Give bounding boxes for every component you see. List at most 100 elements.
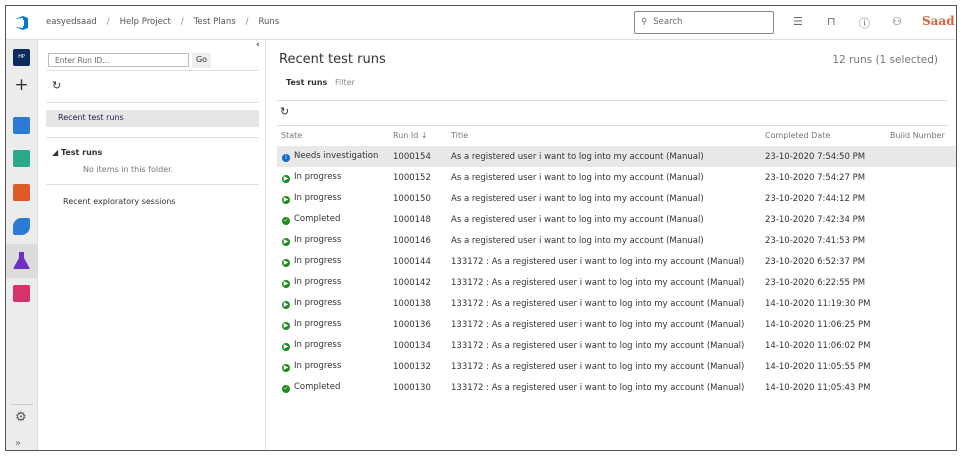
build-number-cell — [890, 377, 956, 398]
completed-date-cell: 14-10-2020 11:06:25 PM — [765, 319, 871, 330]
table-row[interactable]: ▶ In progress 1000132 133172 : As a regis… — [277, 356, 956, 377]
collapse-panel-icon[interactable]: ‹ — [256, 40, 260, 50]
col-build-number[interactable]: Build Number — [890, 124, 956, 146]
run-id-cell: 1000132 — [393, 361, 431, 372]
user-settings-icon[interactable]: ⚇ — [892, 15, 902, 28]
col-run-id[interactable]: Run Id ↓ — [393, 124, 451, 146]
check-circle-icon: ✓ — [282, 217, 290, 225]
overview-icon[interactable] — [13, 117, 30, 134]
avatar[interactable]: Saad — [922, 14, 955, 28]
table-row[interactable]: ✓ Completed 1000130 133172 : As a registe… — [277, 377, 956, 398]
title-cell: 133172 : As a registered user i want to … — [451, 277, 745, 288]
table-row[interactable]: ▶ In progress 1000134 133172 : As a regis… — [277, 335, 956, 356]
expand-chevrons-icon[interactable]: » — [15, 438, 21, 449]
test-runs-tree-node[interactable]: ◢ Test runs — [52, 148, 102, 157]
col-title[interactable]: Title — [451, 124, 765, 146]
table-row[interactable]: ▶ In progress 1000152 As a registered use… — [277, 167, 956, 188]
title-cell: As a registered user i want to log into … — [451, 235, 704, 246]
state-cell: ✓ Completed — [277, 209, 393, 230]
state-cell: ▶ In progress — [277, 314, 393, 335]
azure-devops-logo-icon[interactable] — [14, 15, 30, 31]
state-text: Completed — [294, 214, 341, 224]
title-cell: As a registered user i want to log into … — [451, 193, 704, 204]
run-id-cell: 1000134 — [393, 340, 431, 351]
search-placeholder: Search — [653, 17, 683, 27]
breadcrumb: easyedsaad / Help Project / Test Plans / Ru… — [46, 17, 280, 27]
marketplace-bag-icon[interactable]: ⊓ — [827, 15, 836, 28]
col-state[interactable]: State — [277, 124, 393, 146]
tab-test-runs[interactable]: Test runs — [286, 78, 327, 87]
state-cell: ▶ In progress — [277, 230, 393, 251]
recent-test-runs-item[interactable]: Recent test runs — [46, 110, 259, 127]
recent-exploratory-sessions-item[interactable]: Recent exploratory sessions — [63, 197, 175, 206]
go-button[interactable]: Go — [192, 53, 211, 68]
play-circle-icon: ▶ — [282, 280, 290, 288]
breadcrumb-project[interactable]: Help Project — [120, 17, 171, 27]
run-id-cell: 1000152 — [393, 172, 431, 183]
play-circle-icon: ▶ — [282, 364, 290, 372]
pipelines-icon[interactable] — [13, 218, 30, 235]
divider — [46, 102, 259, 103]
add-icon[interactable]: + — [13, 77, 30, 95]
state-text: Needs investigation — [294, 151, 379, 161]
nav-divider — [11, 404, 33, 405]
gear-icon[interactable]: ⚙ — [15, 410, 27, 425]
info-icon: i — [282, 154, 290, 162]
table-row[interactable]: ▶ In progress 1000146 As a registered use… — [277, 230, 956, 251]
title-cell: As a registered user i want to log into … — [451, 214, 704, 225]
app-window: easyedsaad / Help Project / Test Plans / Ru… — [5, 5, 957, 451]
boards-icon[interactable] — [13, 150, 30, 167]
divider — [46, 184, 259, 185]
play-circle-icon: ▶ — [282, 322, 290, 330]
title-cell: 133172 : As a registered user i want to … — [451, 361, 745, 372]
table-row[interactable]: ▶ In progress 1000144 133172 : As a regis… — [277, 251, 956, 272]
help-icon[interactable]: ⓘ — [859, 15, 870, 31]
run-id-input[interactable]: Enter Run ID... — [48, 53, 189, 67]
title-cell: As a registered user i want to log into … — [451, 146, 765, 167]
state-text: Completed — [294, 382, 341, 392]
completed-date-cell: 23-10-2020 7:41:53 PM — [765, 235, 866, 246]
no-items-text: No items in this folder. — [83, 165, 174, 174]
play-circle-icon: ▶ — [282, 259, 290, 267]
divider — [46, 70, 259, 71]
build-number-cell — [890, 230, 956, 251]
table-row[interactable]: ▶ In progress 1000150 As a registered use… — [277, 188, 956, 209]
run-id-cell: 1000150 — [393, 193, 431, 204]
artifacts-icon[interactable] — [13, 285, 30, 302]
search-input[interactable]: ⚲ Search — [634, 11, 774, 34]
run-id-cell: 1000136 — [393, 319, 431, 330]
run-id-cell: 1000146 — [393, 235, 431, 246]
divider — [46, 137, 259, 138]
top-bar: easyedsaad / Help Project / Test Plans / Ru… — [6, 6, 956, 40]
state-text: In progress — [294, 298, 342, 308]
table-row[interactable]: i Needs investigation 1000154 As a regist… — [277, 146, 956, 167]
build-number-cell — [890, 209, 956, 230]
table-row[interactable]: ▶ In progress 1000138 133172 : As a regis… — [277, 293, 956, 314]
left-nav: HP + ⚙ » — [6, 40, 38, 450]
breadcrumb-test-plans[interactable]: Test Plans — [194, 17, 236, 27]
state-text: In progress — [294, 319, 342, 329]
breadcrumb-runs[interactable]: Runs — [259, 17, 280, 27]
run-id-cell: 1000138 — [393, 298, 431, 309]
tab-filter[interactable]: Filter — [335, 78, 355, 87]
sort-down-icon: ↓ — [420, 130, 428, 140]
state-text: In progress — [294, 172, 342, 182]
col-completed-date[interactable]: Completed Date — [765, 124, 890, 146]
build-number-cell — [890, 335, 956, 356]
project-badge[interactable]: HP — [13, 49, 30, 66]
refresh-icon[interactable]: ↻ — [52, 79, 61, 92]
repos-icon[interactable] — [13, 184, 30, 201]
state-text: In progress — [294, 340, 342, 350]
table-row[interactable]: ✓ Completed 1000148 As a registered user … — [277, 209, 956, 230]
build-number-cell — [890, 188, 956, 209]
completed-date-cell: 23-10-2020 7:44:12 PM — [765, 193, 866, 204]
breadcrumb-org[interactable]: easyedsaad — [46, 17, 97, 27]
table-header: State Run Id ↓ Title Completed Date Buil… — [277, 124, 956, 146]
task-list-icon[interactable]: ☰ — [793, 15, 803, 28]
run-id-cell: 1000144 — [393, 256, 431, 267]
table-row[interactable]: ▶ In progress 1000136 133172 : As a regis… — [277, 314, 956, 335]
col-run-id-label: Run Id — [393, 130, 419, 140]
refresh-runs-icon[interactable]: ↻ — [280, 105, 289, 118]
collapse-triangle-icon: ◢ — [52, 148, 61, 157]
table-row[interactable]: ▶ In progress 1000142 133172 : As a regis… — [277, 272, 956, 293]
